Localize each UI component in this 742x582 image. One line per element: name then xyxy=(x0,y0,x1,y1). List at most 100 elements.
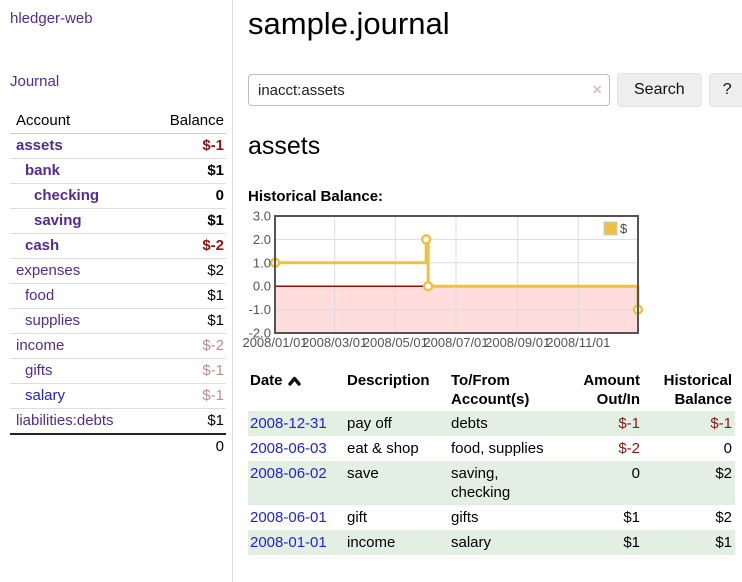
x-axis-tick-label: 2008/01/01 xyxy=(242,335,307,350)
legend-swatch xyxy=(604,222,617,235)
x-axis-tick-label: 2008/07/01 xyxy=(423,335,488,350)
account-balance: $1 xyxy=(146,159,226,184)
sort-ascending-icon xyxy=(288,376,301,386)
account-balance: 0 xyxy=(146,184,226,209)
account-balance: $-2 xyxy=(146,334,226,359)
account-balance: $-1 xyxy=(146,134,226,159)
accounts-total-value: 0 xyxy=(146,434,226,459)
page-title: sample.journal xyxy=(248,6,742,42)
account-balance: $1 xyxy=(146,409,226,435)
chart-data-point xyxy=(422,235,430,243)
y-axis-tick-label: 3.0 xyxy=(253,209,271,224)
account-row: supplies $1 xyxy=(10,309,226,334)
account-row: assets $-1 xyxy=(10,134,226,159)
chart-data-point xyxy=(424,282,432,290)
y-axis-tick-label: 2.0 xyxy=(253,232,271,247)
account-link[interactable]: cash xyxy=(25,237,59,254)
transaction-date-link[interactable]: 2008-01-01 xyxy=(250,534,327,551)
register-row: 2008-12-31 pay off debts $-1 $-1 xyxy=(248,411,735,436)
accounts-total-row: 0 xyxy=(10,434,226,459)
chart-title: Historical Balance: xyxy=(248,188,742,205)
main-content: sample.journal × Search ? assets Histori… xyxy=(233,0,742,582)
historical-balance-chart: $3.02.01.00.0-1.0-2.02008/01/012008/03/0… xyxy=(248,214,642,352)
account-row: salary $-1 xyxy=(10,384,226,409)
account-link[interactable]: gifts xyxy=(25,362,53,379)
transaction-accounts: salary xyxy=(449,530,559,555)
transaction-balance: 0 xyxy=(643,436,735,461)
sidebar: hledger-web Journal Account Balance asse… xyxy=(0,0,233,582)
x-axis-tick-label: 2008/09/01 xyxy=(485,335,550,350)
transaction-balance: $2 xyxy=(643,505,735,530)
search-help-button[interactable]: ? xyxy=(709,73,742,107)
account-row: saving $1 xyxy=(10,209,226,234)
account-balance: $-1 xyxy=(146,359,226,384)
account-row: food $1 xyxy=(10,284,226,309)
accounts-total-spacer xyxy=(10,434,146,459)
transaction-date-link[interactable]: 2008-06-03 xyxy=(250,440,327,457)
account-balance: $-2 xyxy=(146,234,226,259)
account-link[interactable]: salary xyxy=(25,387,65,404)
account-balance: $2 xyxy=(146,259,226,284)
register-header-date[interactable]: Date xyxy=(248,369,345,411)
register-header-description: Description xyxy=(345,369,449,411)
account-link[interactable]: assets xyxy=(16,137,63,154)
search-button[interactable]: Search xyxy=(617,73,702,107)
register-header-row: Date Description To/From Account(s) Amou… xyxy=(248,369,735,411)
y-axis-tick-label: 0.0 xyxy=(253,279,271,294)
transaction-date-link[interactable]: 2008-06-02 xyxy=(250,465,327,482)
app-title-link[interactable]: hledger-web xyxy=(10,10,93,27)
account-link[interactable]: supplies xyxy=(25,312,80,329)
transaction-balance: $1 xyxy=(643,530,735,555)
account-link[interactable]: saving xyxy=(34,212,82,229)
account-balance: $1 xyxy=(146,284,226,309)
x-axis-tick-label: 2008/03/01 xyxy=(302,335,367,350)
clear-search-icon[interactable]: × xyxy=(592,80,602,100)
accounts-header-account: Account xyxy=(10,109,146,134)
register-row: 2008-06-02 save saving, checking 0 $2 xyxy=(248,461,735,505)
transaction-description: income xyxy=(345,530,449,555)
account-heading: assets xyxy=(248,132,742,161)
legend-label: $ xyxy=(620,221,628,236)
account-link[interactable]: food xyxy=(25,287,54,304)
register-row: 2008-01-01 income salary $1 $1 xyxy=(248,530,735,555)
register-header-amount: Amount Out/In xyxy=(559,369,643,411)
y-axis-tick-label: 1.0 xyxy=(253,255,271,270)
register-header-accounts: To/From Account(s) xyxy=(449,369,559,411)
transaction-accounts: food, supplies xyxy=(449,436,559,461)
register-header-balance: Historical Balance xyxy=(643,369,735,411)
y-axis-tick-label: -1.0 xyxy=(249,302,271,317)
transaction-amount: $-1 xyxy=(559,411,643,436)
transaction-amount: $1 xyxy=(559,505,643,530)
search-form: × Search ? xyxy=(248,73,742,107)
account-link[interactable]: bank xyxy=(25,162,60,179)
transaction-date-link[interactable]: 2008-06-01 xyxy=(250,509,327,526)
account-row: bank $1 xyxy=(10,159,226,184)
register-table: Date Description To/From Account(s) Amou… xyxy=(248,369,735,555)
transaction-amount: $1 xyxy=(559,530,643,555)
transaction-accounts: debts xyxy=(449,411,559,436)
transaction-description: gift xyxy=(345,505,449,530)
account-row: liabilities:debts $1 xyxy=(10,409,226,435)
transaction-accounts: gifts xyxy=(449,505,559,530)
account-balance: $-1 xyxy=(146,384,226,409)
account-row: cash $-2 xyxy=(10,234,226,259)
sidebar-item-journal[interactable]: Journal xyxy=(10,73,59,90)
account-row: expenses $2 xyxy=(10,259,226,284)
register-row: 2008-06-01 gift gifts $1 $2 xyxy=(248,505,735,530)
account-row: checking 0 xyxy=(10,184,226,209)
account-balance: $1 xyxy=(146,309,226,334)
transaction-description: pay off xyxy=(345,411,449,436)
hledger-web-page: hledger-web Journal Account Balance asse… xyxy=(0,0,742,582)
account-link[interactable]: liabilities:debts xyxy=(16,412,114,429)
account-row: income $-2 xyxy=(10,334,226,359)
account-link[interactable]: expenses xyxy=(16,262,80,279)
search-input[interactable] xyxy=(248,74,610,106)
account-link[interactable]: income xyxy=(16,337,64,354)
transaction-balance: $2 xyxy=(643,461,735,505)
transaction-date-link[interactable]: 2008-12-31 xyxy=(250,415,327,432)
x-axis-tick-label: 2008/05/01 xyxy=(363,335,428,350)
transaction-description: save xyxy=(345,461,449,505)
transaction-amount: $-2 xyxy=(559,436,643,461)
x-axis-tick-label: 2008/11/01 xyxy=(546,335,610,350)
account-link[interactable]: checking xyxy=(34,187,99,204)
